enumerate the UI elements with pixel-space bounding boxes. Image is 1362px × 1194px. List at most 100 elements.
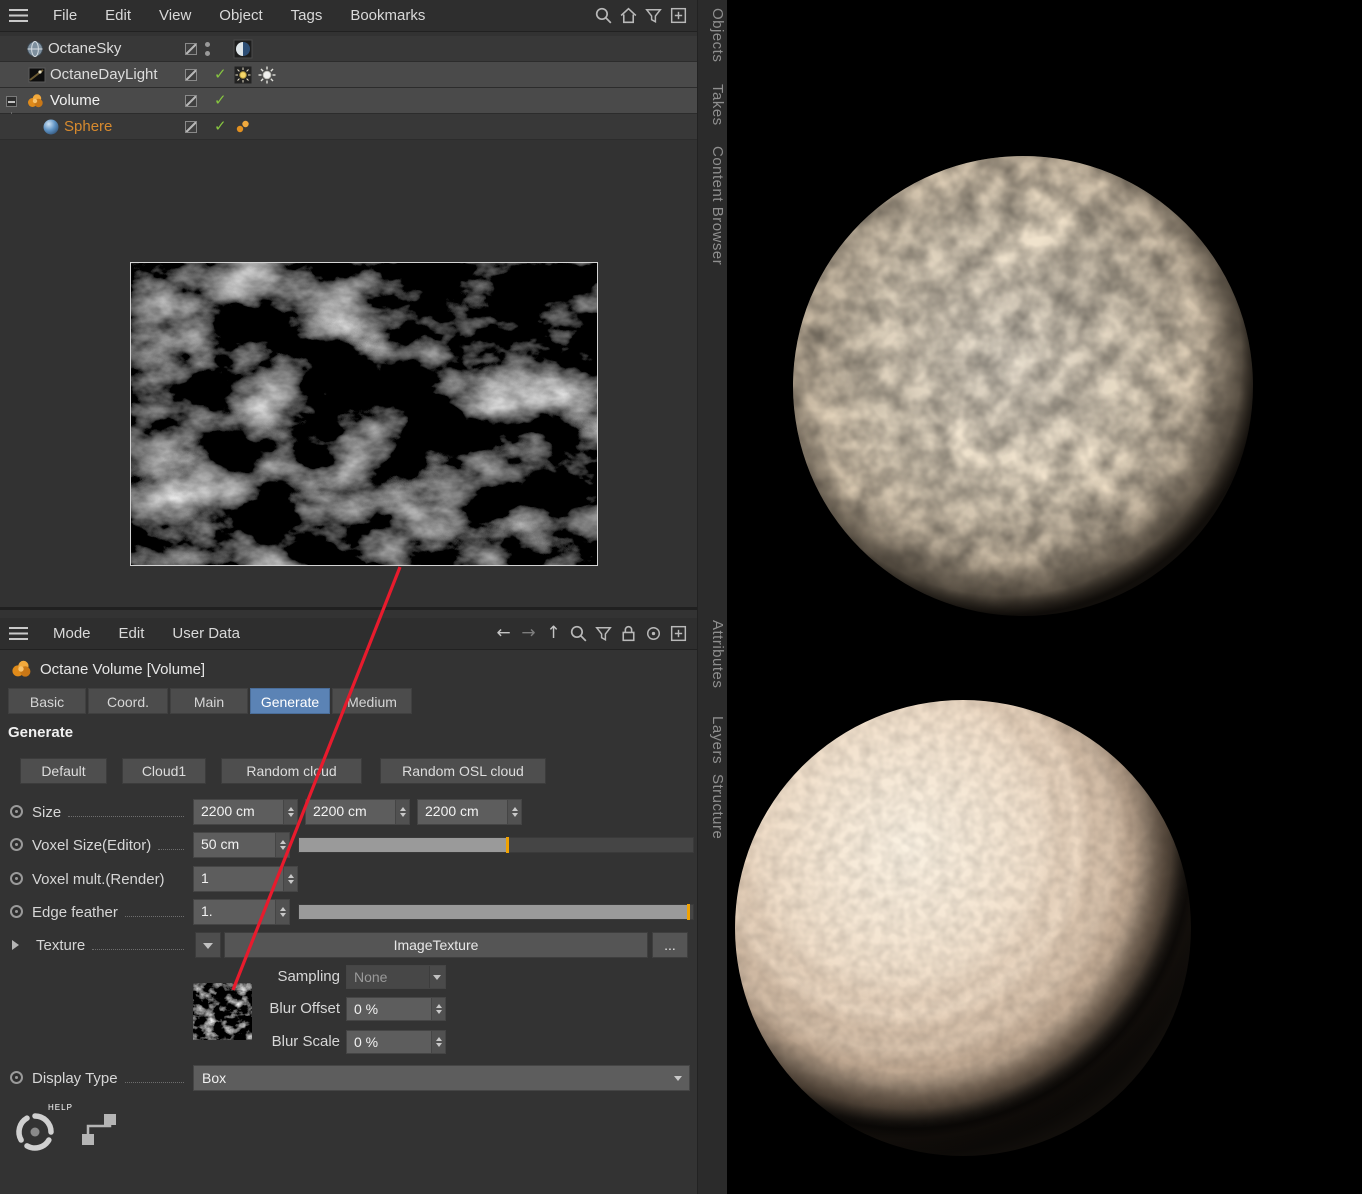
search-icon[interactable]: [568, 623, 589, 644]
edge-feather-field[interactable]: 1.: [193, 899, 290, 925]
sun-tag-icon[interactable]: [233, 65, 253, 85]
menu-edit[interactable]: Edit: [105, 625, 159, 642]
collapse-minus-icon[interactable]: [6, 96, 17, 107]
enabled-check-icon[interactable]: ✓: [214, 65, 227, 83]
tab-layers[interactable]: Layers: [700, 716, 726, 764]
voxel-size-label: Voxel Size(Editor): [32, 836, 152, 854]
menu-object[interactable]: Object: [205, 7, 276, 24]
enabled-check-icon[interactable]: ✓: [214, 91, 227, 109]
stepper-icon[interactable]: [275, 833, 289, 857]
stepper-icon[interactable]: [283, 867, 297, 891]
lock-icon[interactable]: [618, 623, 639, 644]
blur-scale-field[interactable]: 0 %: [346, 1030, 446, 1054]
tab-main[interactable]: Main: [170, 688, 248, 714]
keyframe-circle-icon[interactable]: [10, 805, 23, 818]
edge-feather-slider[interactable]: [298, 904, 694, 920]
menu-edit[interactable]: Edit: [91, 7, 145, 24]
size-row: Size 2200 cm 2200 cm 2200 cm: [0, 799, 697, 825]
filter-icon[interactable]: [593, 623, 614, 644]
menu-tags[interactable]: Tags: [277, 7, 337, 24]
back-arrow-icon[interactable]: ←: [493, 623, 514, 644]
stepper-icon[interactable]: [283, 800, 297, 824]
hamburger-menu-icon[interactable]: [9, 9, 28, 22]
node-editor-icon[interactable]: [80, 1110, 120, 1152]
preset-random-osl-cloud-button[interactable]: Random OSL cloud: [380, 758, 546, 784]
enable-toggle-icon[interactable]: [185, 121, 197, 133]
search-icon[interactable]: [593, 5, 614, 26]
preset-random-cloud-button[interactable]: Random cloud: [221, 758, 362, 784]
enable-toggle-icon[interactable]: [185, 43, 197, 55]
sky-material-tag-icon[interactable]: [233, 39, 253, 59]
filter-icon[interactable]: [643, 5, 664, 26]
size-x-field[interactable]: 2200 cm: [193, 799, 298, 825]
size-y-field[interactable]: 2200 cm: [305, 799, 410, 825]
panel-add-icon[interactable]: [668, 623, 689, 644]
home-icon[interactable]: [618, 5, 639, 26]
tab-attributes[interactable]: Attributes: [700, 620, 726, 688]
preset-default-button[interactable]: Default: [20, 758, 107, 784]
render-sphere-grainy: [793, 156, 1253, 616]
stepper-icon[interactable]: [431, 998, 445, 1020]
menu-view[interactable]: View: [145, 7, 205, 24]
enable-toggle-icon[interactable]: [185, 95, 197, 107]
voxel-size-slider[interactable]: [298, 837, 694, 853]
preset-cloud1-button[interactable]: Cloud1: [122, 758, 206, 784]
hamburger-menu-icon[interactable]: [9, 627, 28, 640]
octane-help-logo[interactable]: HELP: [12, 1103, 82, 1155]
object-name[interactable]: Sphere: [64, 118, 112, 135]
voxel-size-field[interactable]: 50 cm: [193, 832, 290, 858]
tab-medium[interactable]: Medium: [332, 688, 412, 714]
keyframe-circle-icon[interactable]: [10, 905, 23, 918]
keyframe-circle-icon[interactable]: [10, 838, 23, 851]
enable-toggle-icon[interactable]: [185, 69, 197, 81]
panel-add-icon[interactable]: [668, 5, 689, 26]
enabled-check-icon[interactable]: ✓: [214, 117, 227, 135]
tree-row-octanesky[interactable]: OctaneSky: [0, 36, 697, 62]
menu-user-data[interactable]: User Data: [158, 625, 254, 642]
slider-marker[interactable]: [687, 904, 690, 920]
keyframe-circle-icon[interactable]: [10, 1071, 23, 1084]
sky-globe-icon: [26, 40, 44, 58]
tab-content-browser[interactable]: Content Browser: [700, 146, 726, 265]
menu-file[interactable]: File: [39, 7, 91, 24]
texture-thumbnail[interactable]: [193, 983, 252, 1040]
menu-mode[interactable]: Mode: [39, 625, 105, 642]
texture-preview-window[interactable]: [130, 262, 598, 566]
sun-icon[interactable]: [257, 65, 277, 85]
size-z-field[interactable]: 2200 cm: [417, 799, 522, 825]
display-type-dropdown[interactable]: Box: [193, 1065, 690, 1091]
tree-row-octanedaylight[interactable]: OctaneDayLight ✓: [0, 62, 697, 88]
octane-object-tag-icon[interactable]: [233, 117, 253, 137]
up-arrow-icon[interactable]: ↑: [543, 623, 564, 644]
object-name[interactable]: Volume: [50, 92, 100, 109]
tab-structure[interactable]: Structure: [700, 774, 726, 839]
stepper-icon[interactable]: [507, 800, 521, 824]
target-icon[interactable]: [643, 623, 664, 644]
tab-generate[interactable]: Generate: [250, 688, 330, 714]
slider-marker[interactable]: [506, 837, 509, 853]
tab-basic[interactable]: Basic: [8, 688, 86, 714]
dotted-leader: [124, 915, 184, 917]
tab-objects[interactable]: Objects: [700, 8, 726, 62]
texture-more-button[interactable]: ...: [652, 932, 688, 958]
stepper-icon[interactable]: [395, 800, 409, 824]
image-texture-button[interactable]: ImageTexture: [224, 932, 648, 958]
stepper-icon[interactable]: [275, 900, 289, 924]
object-name[interactable]: OctaneSky: [48, 40, 121, 57]
sampling-dropdown[interactable]: None: [346, 965, 446, 989]
keyframe-circle-icon[interactable]: [10, 872, 23, 885]
forward-arrow-icon[interactable]: →: [518, 623, 539, 644]
tree-row-volume[interactable]: Volume ✓: [0, 88, 697, 114]
menu-bookmarks[interactable]: Bookmarks: [336, 7, 439, 24]
texture-type-dropdown[interactable]: [195, 932, 221, 958]
voxel-mult-field[interactable]: 1: [193, 866, 298, 892]
tab-takes[interactable]: Takes: [700, 84, 726, 126]
expand-chevron-icon[interactable]: [12, 940, 19, 950]
tab-coord[interactable]: Coord.: [88, 688, 168, 714]
object-name[interactable]: OctaneDayLight: [50, 66, 158, 83]
stepper-icon[interactable]: [431, 1031, 445, 1053]
attribute-tabs: Basic Coord. Main Generate Medium: [8, 688, 414, 715]
tree-row-sphere[interactable]: Sphere ✓: [0, 114, 697, 140]
blur-offset-field[interactable]: 0 %: [346, 997, 446, 1021]
visibility-dots-icon[interactable]: [205, 42, 210, 56]
